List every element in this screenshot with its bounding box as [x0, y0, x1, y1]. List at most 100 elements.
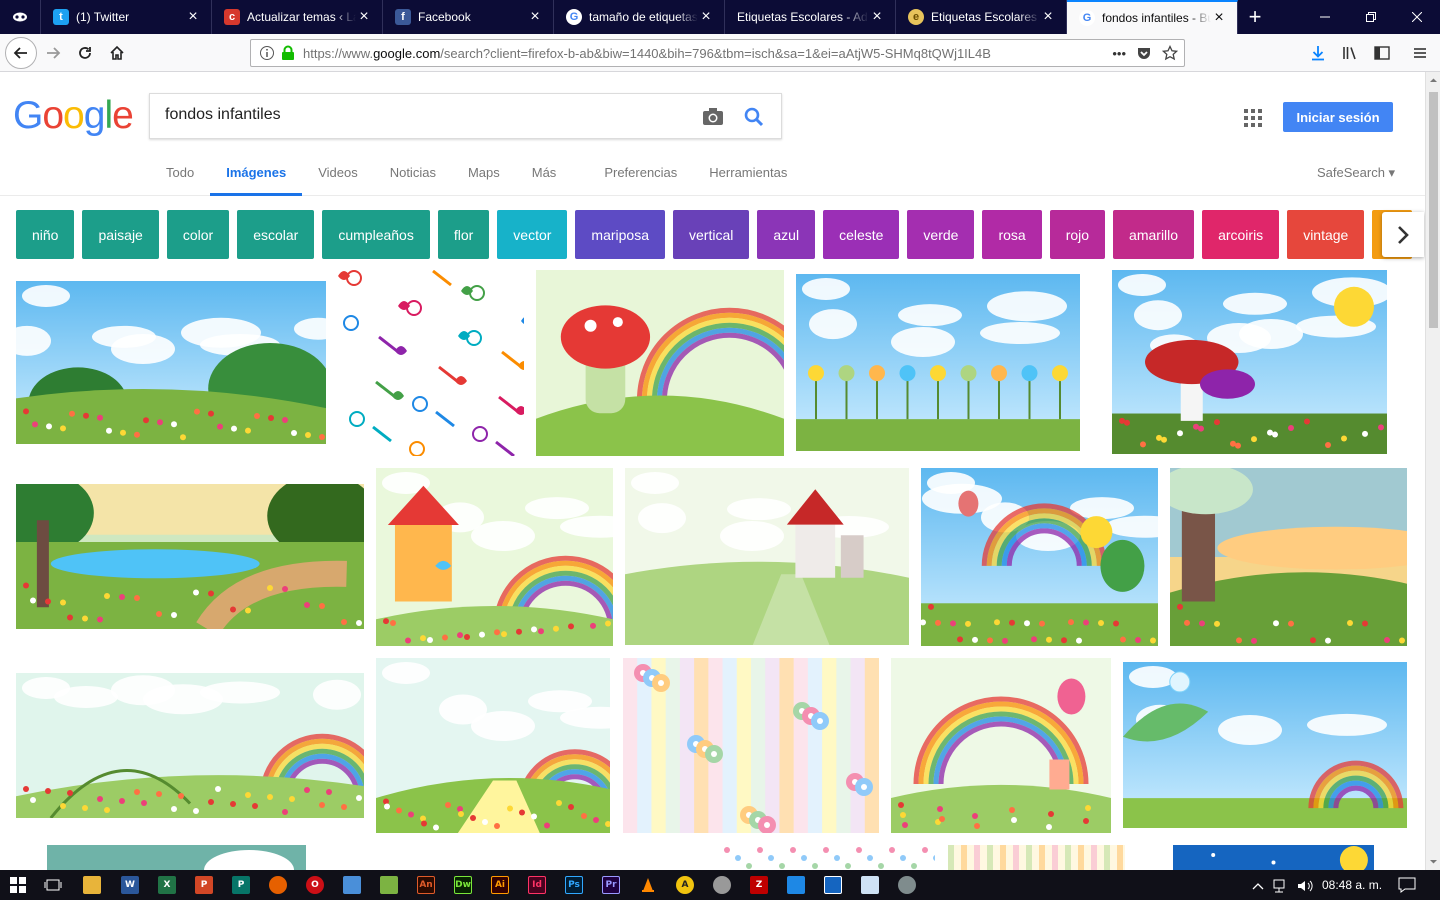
illustrator-icon[interactable]: Ai — [491, 876, 509, 894]
library-button[interactable] — [1335, 38, 1365, 68]
minimize-button[interactable] — [1302, 0, 1348, 34]
browser-tab[interactable]: Etiquetas Escolares - Adh × — [725, 0, 896, 34]
chip-niño[interactable]: niño — [16, 210, 75, 259]
browser-tab[interactable]: f Facebook × — [383, 0, 554, 34]
tab-noticias[interactable]: Noticias — [374, 158, 452, 196]
android-icon[interactable] — [380, 876, 398, 894]
reload-button[interactable] — [70, 38, 100, 68]
chip-paisaje[interactable]: paisaje — [82, 210, 159, 259]
chip-vector[interactable]: vector — [497, 210, 568, 259]
publisher-icon[interactable]: P — [232, 876, 250, 894]
image-result-thumbnail[interactable] — [1123, 662, 1407, 828]
tab-close-icon[interactable]: × — [185, 9, 201, 25]
premiere-icon[interactable]: Pr — [602, 876, 620, 894]
tab-close-icon[interactable]: × — [527, 9, 543, 25]
tab-close-icon[interactable]: × — [1211, 10, 1227, 26]
image-result-thumbnail[interactable] — [623, 658, 879, 833]
tab-imgenes[interactable]: Imágenes — [210, 158, 303, 196]
page-actions-button[interactable]: ••• — [1112, 46, 1126, 61]
windows-start-button[interactable] — [9, 876, 27, 894]
tab-close-icon[interactable]: × — [356, 9, 372, 25]
image-result-thumbnail[interactable] — [625, 468, 909, 645]
box-app-icon[interactable] — [787, 876, 805, 894]
chip-arcoiris[interactable]: arcoiris — [1202, 210, 1280, 259]
search-input[interactable] — [165, 106, 685, 124]
image-result-thumbnail[interactable] — [796, 274, 1080, 451]
indesign-icon[interactable]: Id — [528, 876, 546, 894]
network-icon[interactable] — [1273, 879, 1289, 893]
file-explorer-icon[interactable] — [83, 876, 101, 894]
image-result-thumbnail[interactable] — [16, 673, 364, 818]
chip-cumpleaños[interactable]: cumpleaños — [322, 210, 430, 259]
url-text[interactable]: https://www.google.com/search?client=fir… — [295, 46, 1102, 61]
window-app-icon[interactable] — [824, 876, 842, 894]
chip-flor[interactable]: flor — [437, 210, 490, 259]
tab-todo[interactable]: Todo — [150, 158, 210, 196]
image-result-thumbnail[interactable] — [1173, 845, 1374, 870]
chips-next-button[interactable] — [1382, 212, 1424, 257]
image-result-thumbnail[interactable] — [376, 658, 610, 833]
tab-close-icon[interactable]: × — [698, 9, 714, 25]
browser-tab[interactable]: e Etiquetas Escolares P × — [896, 0, 1067, 34]
tab-herramientas[interactable]: Herramientas — [693, 158, 803, 196]
image-result-thumbnail[interactable] — [723, 845, 935, 870]
powerpoint-icon[interactable]: P — [195, 876, 213, 894]
browser-tab[interactable]: Gtamaño de etiquetas × — [554, 0, 725, 34]
chip-verde[interactable]: verde — [907, 210, 975, 259]
tab-preferencias[interactable]: Preferencias — [588, 158, 693, 196]
menu-button[interactable] — [1405, 38, 1435, 68]
search-box[interactable] — [149, 93, 782, 139]
chip-escolar[interactable]: escolar — [237, 210, 315, 259]
paint-icon[interactable] — [898, 876, 916, 894]
chip-rosa[interactable]: rosa — [982, 210, 1042, 259]
apps-grid-icon[interactable] — [1244, 109, 1262, 127]
restore-button[interactable] — [1348, 0, 1394, 34]
image-result-thumbnail[interactable] — [16, 281, 326, 444]
chip-azul[interactable]: azul — [757, 210, 816, 259]
tab-maps[interactable]: Maps — [452, 158, 516, 196]
taskbar-clock[interactable]: 08:48 a. m. — [1322, 878, 1382, 892]
chip-amarillo[interactable]: amarillo — [1113, 210, 1195, 259]
close-window-button[interactable] — [1394, 0, 1440, 34]
notepad-icon[interactable] — [861, 876, 879, 894]
info-icon[interactable] — [259, 45, 275, 61]
norton-icon[interactable]: A — [676, 876, 694, 894]
chip-vintage[interactable]: vintage — [1287, 210, 1365, 259]
volume-icon[interactable] — [1297, 879, 1315, 893]
chip-rojo[interactable]: rojo — [1049, 210, 1106, 259]
sidebar-button[interactable] — [1367, 38, 1397, 68]
browser-tab[interactable]: c Actualizar temas ‹ La × — [212, 0, 383, 34]
scroll-up-icon[interactable] — [1426, 74, 1440, 86]
image-result-thumbnail[interactable] — [376, 468, 613, 646]
lock-icon[interactable] — [281, 45, 295, 61]
safesearch-toggle[interactable]: SafeSearch ▾ — [1317, 165, 1395, 181]
3d-box-icon[interactable] — [343, 876, 361, 894]
back-button[interactable] — [5, 37, 37, 69]
sign-in-button[interactable]: Iniciar sesión — [1283, 102, 1393, 132]
vlc-icon[interactable] — [639, 876, 657, 894]
page-scrollbar[interactable] — [1425, 72, 1440, 870]
image-result-thumbnail[interactable] — [338, 270, 524, 456]
chip-celeste[interactable]: celeste — [823, 210, 900, 259]
browser-tab[interactable]: t (1) Twitter × — [41, 0, 212, 34]
photoshop-icon[interactable]: Ps — [565, 876, 583, 894]
bookmark-star-icon[interactable] — [1162, 45, 1178, 61]
notifications-icon[interactable] — [1398, 877, 1416, 893]
firefox-icon[interactable] — [269, 876, 287, 894]
scroll-down-icon[interactable] — [1426, 856, 1440, 868]
pocket-icon[interactable] — [1136, 45, 1152, 61]
word-icon[interactable]: W — [121, 876, 139, 894]
opera-icon[interactable]: O — [306, 876, 324, 894]
chip-color[interactable]: color — [166, 210, 230, 259]
firefox-menu-tab[interactable] — [0, 0, 41, 34]
address-bar[interactable]: https://www.google.com/search?client=fir… — [250, 39, 1185, 67]
tab-close-icon[interactable]: × — [1040, 9, 1056, 25]
tab-videos[interactable]: Videos — [302, 158, 374, 196]
image-result-thumbnail[interactable] — [16, 484, 364, 629]
chevron-up-icon[interactable] — [1252, 881, 1264, 891]
media-icon[interactable] — [713, 876, 731, 894]
search-icon[interactable] — [741, 104, 767, 130]
image-result-thumbnail[interactable] — [921, 468, 1158, 646]
image-result-thumbnail[interactable] — [47, 845, 306, 870]
chip-mariposa[interactable]: mariposa — [575, 210, 666, 259]
